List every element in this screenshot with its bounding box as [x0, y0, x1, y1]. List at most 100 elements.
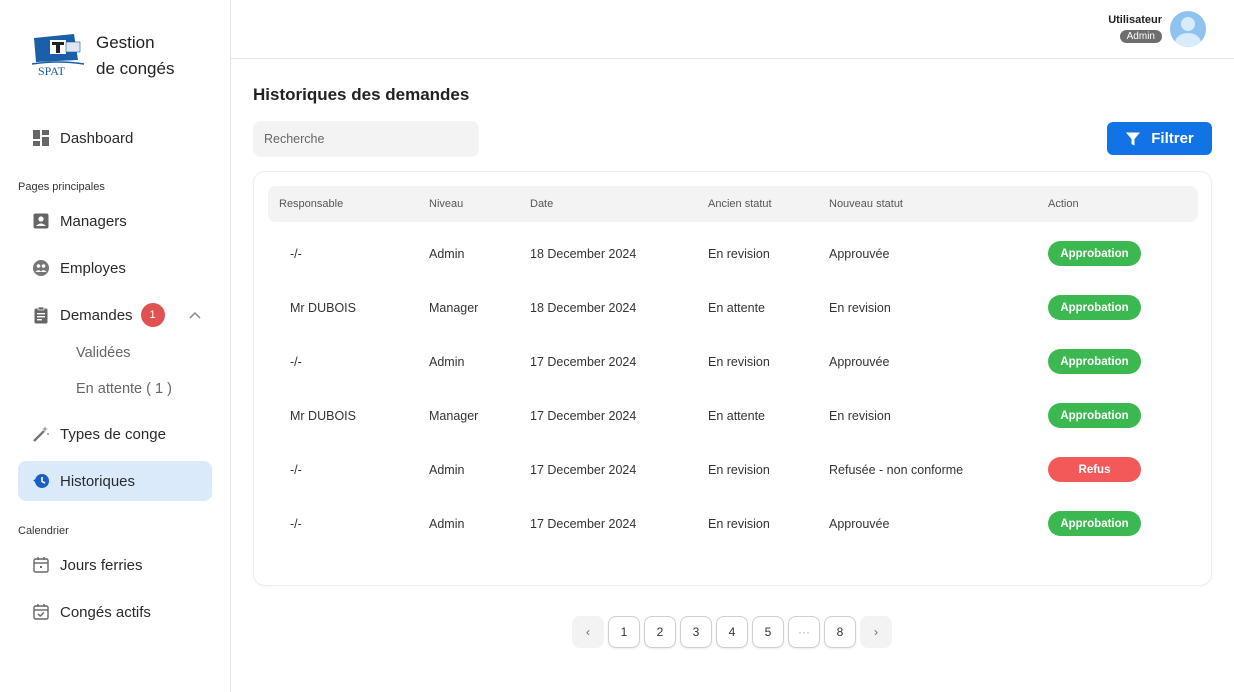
cell-responsable: -/- — [290, 517, 302, 531]
pagination-prev-button[interactable]: ‹ — [572, 616, 604, 648]
cell-ancien-statut: En revision — [708, 247, 770, 261]
action-badge-approbation: Approbation — [1048, 349, 1141, 374]
group-icon — [32, 259, 50, 277]
topbar: Utilisateur Admin — [231, 0, 1234, 59]
cell-date: 17 December 2024 — [530, 355, 637, 369]
cell-niveau: Admin — [429, 355, 465, 369]
sidebar-item-label: Jours ferries — [60, 556, 143, 574]
chevron-left-icon: ‹ — [586, 625, 590, 639]
cell-ancien-statut: En attente — [708, 409, 765, 423]
sidebar-subitem-validees[interactable]: Validées — [76, 345, 131, 361]
history-table-card: Responsable Niveau Date Ancien statut No… — [253, 171, 1212, 586]
page-title: Historiques des demandes — [253, 85, 470, 104]
cell-ancien-statut: En revision — [708, 463, 770, 477]
user-name: Utilisateur — [1108, 14, 1162, 26]
user-info: Utilisateur Admin — [1108, 14, 1162, 44]
cell-responsable: -/- — [290, 463, 302, 477]
user-role-badge: Admin — [1119, 30, 1162, 43]
pagination-page-3[interactable]: 3 — [680, 616, 712, 648]
pagination-page-5[interactable]: 5 — [752, 616, 784, 648]
cell-ancien-statut: En revision — [708, 355, 770, 369]
action-badge-refus: Refus — [1048, 457, 1141, 482]
filter-button-label: Filtrer — [1151, 130, 1194, 147]
cell-nouveau-statut: Refusée - non conforme — [829, 463, 964, 477]
cell-date: 17 December 2024 — [530, 409, 637, 423]
cell-responsable: Mr DUBOIS — [290, 409, 356, 423]
dashboard-icon — [32, 129, 50, 147]
cell-niveau: Admin — [429, 247, 465, 261]
sidebar-subitem-en-attente[interactable]: En attente ( 1 ) — [76, 381, 172, 397]
logo-text: SPAT — [38, 64, 66, 78]
sidebar-item-demandes[interactable]: Demandes 1 — [18, 295, 212, 335]
calendar-icon — [32, 556, 50, 574]
action-badge-approbation: Approbation — [1048, 241, 1141, 266]
pagination-page-8[interactable]: 8 — [824, 616, 856, 648]
pagination-ellipsis[interactable]: ··· — [788, 616, 820, 648]
brand[interactable]: SPAT Gestion de congés — [30, 30, 174, 82]
table-row: -/- Admin 18 December 2024 En revision A… — [268, 227, 1198, 281]
sidebar-item-label: Types de conge — [60, 425, 166, 443]
user-menu[interactable]: Utilisateur Admin — [1108, 11, 1206, 47]
pagination-page-1[interactable]: 1 — [608, 616, 640, 648]
header-ancien-statut: Ancien statut — [708, 198, 772, 210]
filter-button[interactable]: Filtrer — [1107, 122, 1212, 155]
app-root: SPAT Gestion de congés Dashboard Pages p… — [0, 0, 1234, 692]
cell-nouveau-statut: En revision — [829, 301, 891, 315]
header-responsable: Responsable — [279, 198, 344, 210]
history-icon — [32, 472, 50, 490]
table-row: -/- Admin 17 December 2024 En revision R… — [268, 443, 1198, 497]
cell-responsable: -/- — [290, 355, 302, 369]
action-badge-approbation: Approbation — [1048, 295, 1141, 320]
cell-date: 18 December 2024 — [530, 247, 637, 261]
cell-niveau: Admin — [429, 517, 465, 531]
sidebar-item-label: Employes — [60, 259, 126, 277]
cell-niveau: Admin — [429, 463, 465, 477]
header-niveau: Niveau — [429, 198, 464, 210]
calendar-check-icon — [32, 603, 50, 621]
sidebar-item-managers[interactable]: Managers — [18, 201, 212, 241]
pagination-next-button[interactable]: › — [860, 616, 892, 648]
sidebar-item-types-conge[interactable]: Types de conge — [18, 414, 212, 454]
header-nouveau-statut: Nouveau statut — [829, 198, 903, 210]
sidebar-item-dashboard[interactable]: Dashboard — [18, 118, 212, 158]
table-header: Responsable Niveau Date Ancien statut No… — [268, 186, 1198, 222]
pagination-page-4[interactable]: 4 — [716, 616, 748, 648]
cell-date: 17 December 2024 — [530, 463, 637, 477]
sidebar-item-employes[interactable]: Employes — [18, 248, 212, 288]
magic-wand-icon — [32, 425, 50, 443]
brand-line2: de congés — [96, 59, 175, 78]
sidebar-item-label: Managers — [60, 212, 127, 230]
cell-date: 17 December 2024 — [530, 517, 637, 531]
table-row: -/- Admin 17 December 2024 En revision A… — [268, 335, 1198, 389]
chevron-right-icon: › — [874, 625, 878, 639]
sidebar-item-conges-actifs[interactable]: Congés actifs — [18, 592, 212, 632]
header-date: Date — [530, 198, 554, 210]
chevron-up-icon[interactable] — [189, 308, 201, 322]
section-pages-principales: Pages principales — [18, 181, 105, 193]
avatar-body — [1175, 33, 1201, 47]
search-input[interactable] — [253, 121, 479, 157]
avatar-head — [1181, 17, 1195, 31]
cell-responsable: -/- — [290, 247, 302, 261]
cell-niveau: Manager — [429, 301, 479, 315]
sidebar-item-label: Historiques — [60, 472, 136, 490]
sidebar-item-jours-feries[interactable]: Jours ferries — [18, 545, 212, 585]
cell-nouveau-statut: Approuvée — [829, 247, 890, 261]
pagination-page-2[interactable]: 2 — [644, 616, 676, 648]
pagination: ‹ 1 2 3 4 5 ··· 8 › — [572, 616, 896, 648]
header-action: Action — [1048, 198, 1079, 210]
cell-ancien-statut: En attente — [708, 301, 765, 315]
sidebar-item-historiques[interactable]: Historiques — [18, 461, 212, 501]
id-card-icon — [32, 212, 50, 230]
table-row: -/- Admin 17 December 2024 En revision A… — [268, 497, 1198, 551]
cell-ancien-statut: En revision — [708, 517, 770, 531]
cell-niveau: Manager — [429, 409, 479, 423]
table-row: Mr DUBOIS Manager 18 December 2024 En at… — [268, 281, 1198, 335]
cell-nouveau-statut: En revision — [829, 409, 891, 423]
filter-icon — [1125, 131, 1141, 147]
spat-logo-icon: SPAT — [30, 30, 86, 78]
avatar[interactable] — [1170, 11, 1206, 47]
sidebar: SPAT Gestion de congés Dashboard Pages p… — [0, 0, 231, 692]
cell-responsable: Mr DUBOIS — [290, 301, 356, 315]
demandes-count-badge: 1 — [140, 303, 165, 327]
